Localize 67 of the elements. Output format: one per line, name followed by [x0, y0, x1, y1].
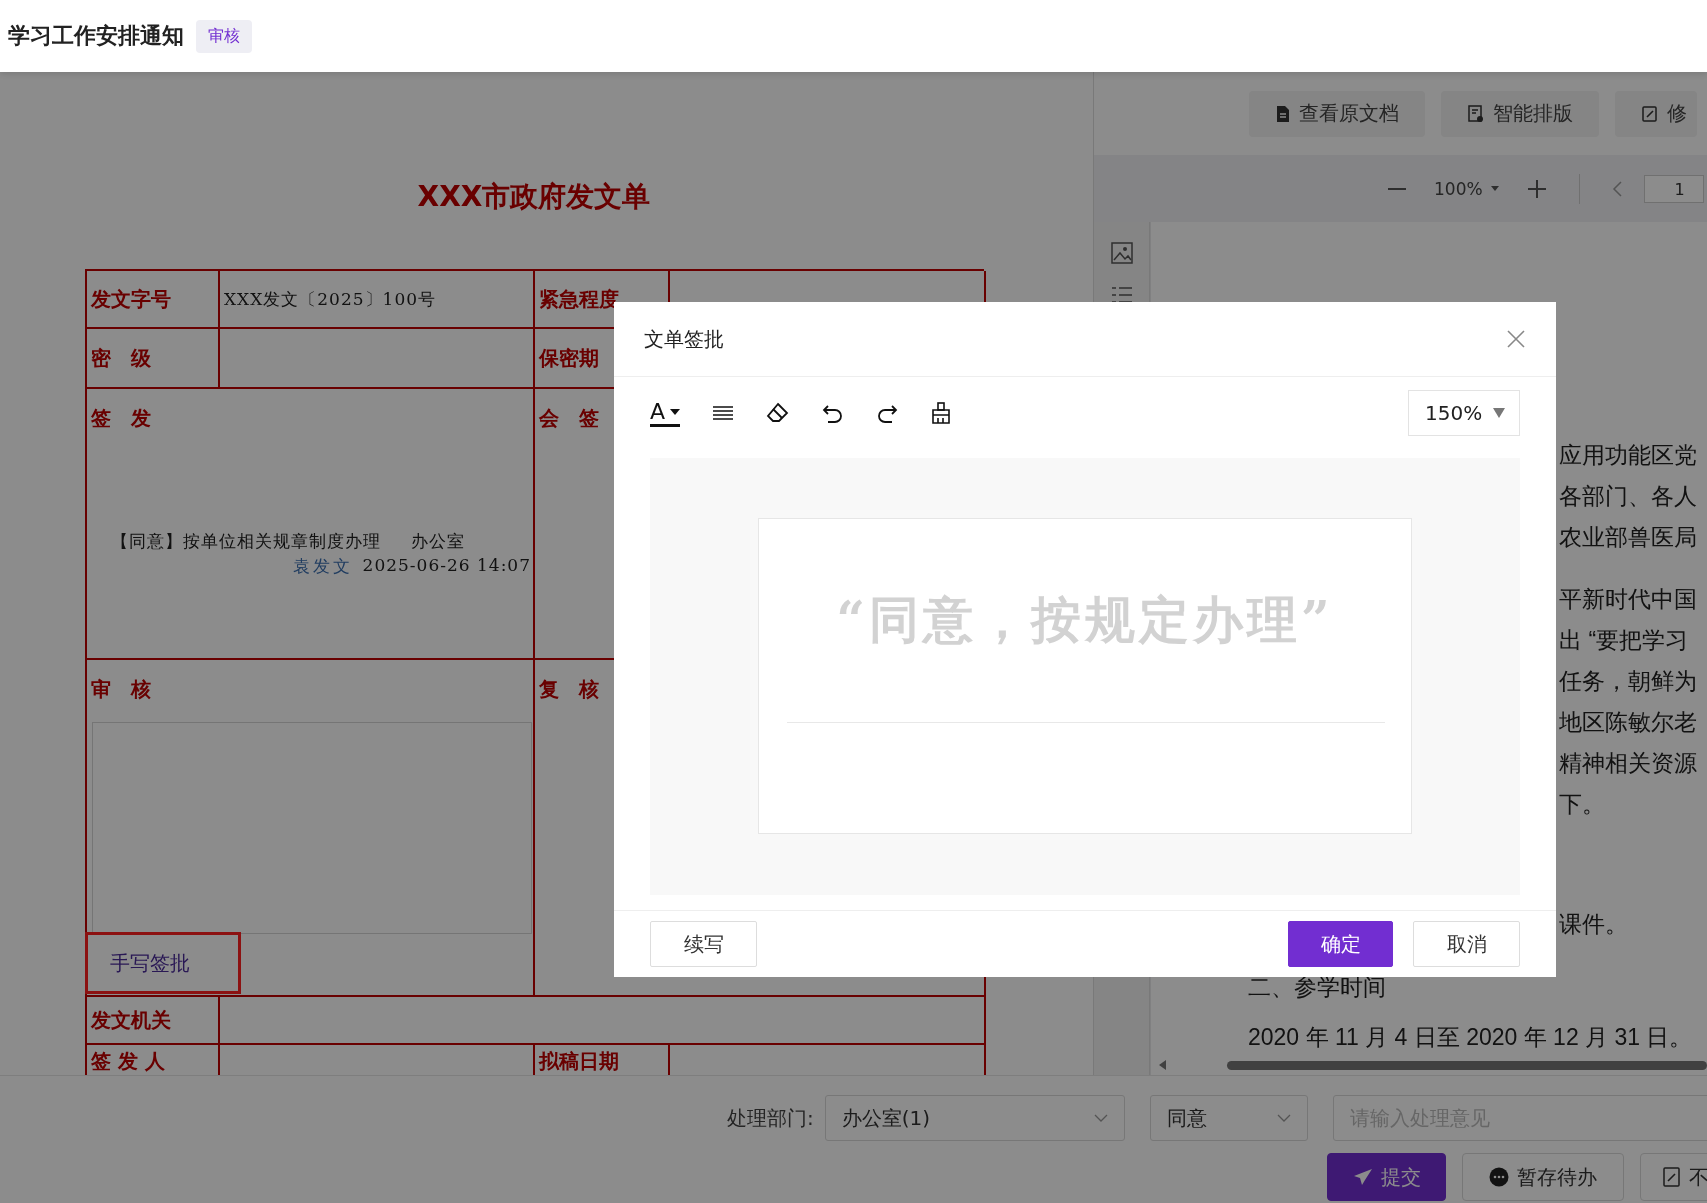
document-text: 平新时代中国	[1559, 586, 1697, 612]
document-text: 农业部兽医局	[1559, 524, 1697, 550]
scroll-left-icon[interactable]	[1159, 1060, 1167, 1070]
field-label: 紧急程度	[539, 285, 619, 313]
list-icon[interactable]	[1110, 286, 1133, 304]
plus-icon	[1526, 178, 1547, 199]
field-label: 拟稿日期	[539, 1048, 619, 1075]
edit-icon	[1663, 1167, 1681, 1187]
action-button[interactable]: 不	[1640, 1153, 1707, 1201]
status-badge: 审核	[196, 19, 252, 53]
document-text: 课件。	[1559, 911, 1628, 937]
caret-icon	[670, 408, 681, 415]
sign-time: 2025-06-26 14:07	[362, 555, 531, 577]
department-label: 处理部门:	[727, 1104, 814, 1132]
zoom-select[interactable]: 100%	[1428, 177, 1505, 200]
opinion-text: 【同意】按单位相关规章制度办理	[111, 530, 381, 553]
document-text: 二、参学时间	[1248, 974, 1386, 1000]
field-label: 签 发 人	[91, 1048, 165, 1075]
field-label: 复 核	[539, 676, 599, 703]
layout-icon	[1467, 104, 1485, 123]
image-icon[interactable]	[1110, 242, 1133, 264]
field-label: 发文字号	[91, 285, 171, 313]
edit-icon	[1641, 104, 1659, 123]
minus-icon	[1388, 187, 1406, 190]
field-label: 会 签	[539, 405, 599, 432]
chevron-left-icon	[1611, 180, 1622, 197]
font-color-button[interactable]: A	[650, 399, 681, 427]
cancel-button[interactable]: 取消	[1413, 921, 1520, 967]
close-button[interactable]	[1506, 329, 1526, 349]
field-value: XXX发文〔2025〕100号	[224, 287, 437, 311]
department-text: 办公室	[411, 530, 465, 553]
document-text: 应用功能区党	[1559, 442, 1697, 468]
document-text: 地区陈敏尔老	[1559, 709, 1697, 735]
document-title: XXX市政府发文单	[416, 179, 652, 215]
submit-button[interactable]: 提交	[1327, 1153, 1446, 1201]
document-icon	[1275, 104, 1291, 123]
chevron-down-icon	[1276, 1114, 1291, 1122]
page-title: 学习工作安排通知	[8, 22, 184, 50]
caret-icon	[1493, 408, 1505, 418]
toolbar-button[interactable]: 修	[1615, 90, 1697, 137]
document-text: 任务，朝鲜为	[1559, 668, 1697, 694]
field-label: 签 发	[91, 405, 151, 432]
decision-select[interactable]: 同意	[1149, 1095, 1308, 1141]
field-label: 审 核	[91, 676, 151, 703]
field-label: 保密期	[539, 344, 599, 372]
document-text: 各部门、各人	[1559, 483, 1697, 509]
confirm-button[interactable]: 确定	[1288, 921, 1393, 967]
field-label: 发文机关	[91, 1006, 171, 1034]
field-label: 密 级	[91, 344, 151, 372]
dialog-title: 文单签批	[644, 325, 724, 353]
document-text: 出 “要把学习	[1559, 627, 1689, 653]
toolbar-button[interactable]: 查看原文档	[1249, 90, 1425, 137]
chevron-down-icon	[1093, 1114, 1108, 1122]
save-draft-button[interactable]: 暂存待办	[1462, 1153, 1624, 1201]
send-icon	[1352, 1168, 1373, 1186]
signer-name: 袁发文	[292, 555, 353, 578]
document-text: 2020 年 11 月 4 日至 2020 年 12 月 31 日。	[1248, 1024, 1693, 1050]
department-select[interactable]: 办公室(1)	[824, 1095, 1125, 1141]
toolbar-button[interactable]: 智能排版	[1441, 90, 1599, 137]
zoom-select[interactable]: 150%	[1408, 390, 1520, 436]
handwrite-button[interactable]: 手写签批	[85, 932, 241, 994]
chat-icon	[1489, 1167, 1509, 1187]
caret-icon	[1490, 186, 1499, 191]
continue-button[interactable]: 续写	[650, 921, 757, 967]
page-input[interactable]: 1	[1643, 174, 1704, 203]
document-text: 下。	[1559, 791, 1605, 817]
document-text: 精神相关资源	[1559, 750, 1697, 776]
